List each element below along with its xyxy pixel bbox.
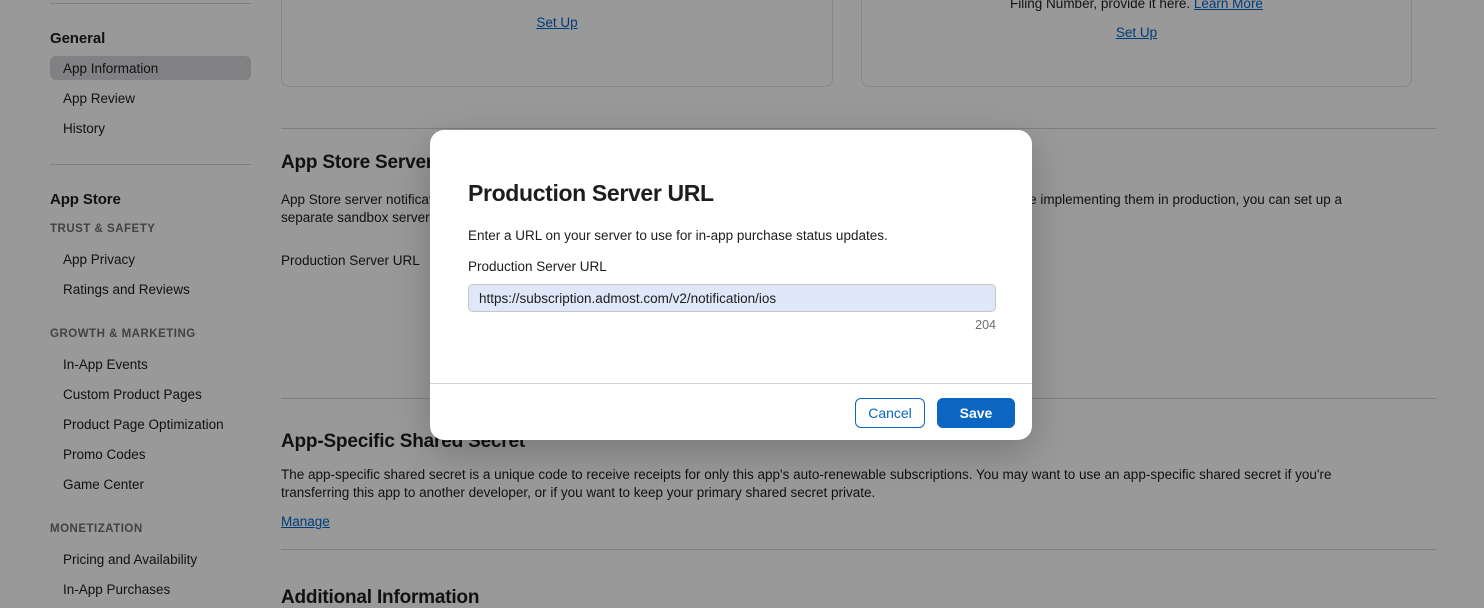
production-server-url-input[interactable]	[468, 284, 996, 312]
cancel-button[interactable]: Cancel	[855, 398, 925, 428]
character-count: 204	[975, 318, 996, 332]
dialog-body: Production Server URL Enter a URL on you…	[430, 130, 1032, 383]
dialog-footer: Cancel Save	[430, 383, 1032, 440]
dialog-title: Production Server URL	[468, 180, 714, 207]
dialog-field-label: Production Server URL	[468, 259, 607, 274]
dialog-description: Enter a URL on your server to use for in…	[468, 228, 888, 243]
production-server-url-dialog: Production Server URL Enter a URL on you…	[430, 130, 1032, 440]
save-button[interactable]: Save	[937, 398, 1015, 428]
